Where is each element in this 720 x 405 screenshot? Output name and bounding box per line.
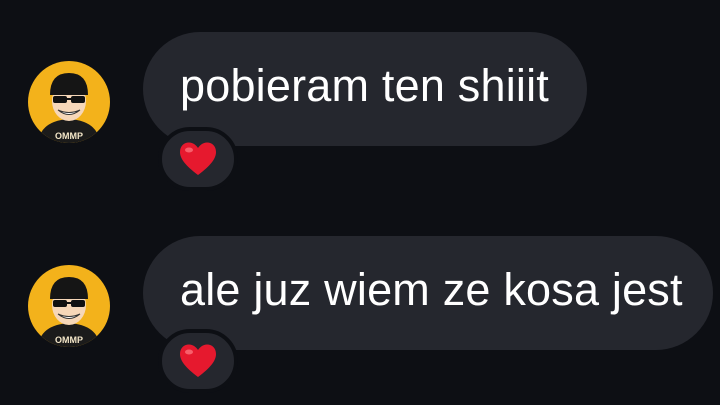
message-text: pobieram ten shiiit [180,60,549,111]
sender-avatar[interactable]: OMMP [28,265,110,347]
heart-emoji-icon [180,344,216,377]
chat-thread: OMMP pobieram ten shiiit OMMP ale juz wi… [0,0,720,405]
message-text: ale juz wiem ze kosa jest [180,264,683,315]
svg-text:OMMP: OMMP [55,335,83,345]
reaction-badge[interactable] [158,127,238,191]
avatar-cartoon-icon: OMMP [28,265,110,347]
message-bubble[interactable]: ale juz wiem ze kosa jest [143,236,713,350]
svg-text:OMMP: OMMP [55,131,83,141]
sender-avatar[interactable]: OMMP [28,61,110,143]
avatar-cartoon-icon: OMMP [28,61,110,143]
reaction-badge[interactable] [158,329,238,393]
heart-emoji-icon [180,142,216,175]
